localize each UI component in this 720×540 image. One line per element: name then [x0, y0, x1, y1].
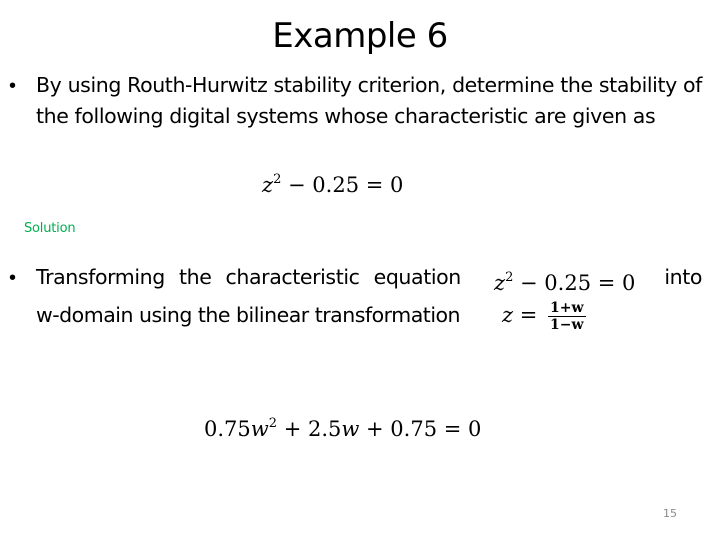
bullet-marker: • [9, 267, 17, 289]
transform-equals: = [513, 303, 545, 327]
eq2-exponent: 2 [268, 416, 278, 431]
problem-statement-text: By using Routh-Hurwitz stability criteri… [36, 73, 702, 128]
bullet-marker: • [9, 75, 17, 97]
transform-line2-text: w-domain using the bilinear transformati… [36, 303, 461, 327]
characteristic-equation: z2 − 0.25 = 0 [262, 172, 403, 197]
eq2-rest-b: + 0.75 = 0 [359, 417, 482, 441]
eq2-variable: w [250, 417, 269, 441]
transform-text-after: into [664, 265, 702, 289]
inline-eq-variable: z [494, 271, 506, 295]
page-number: 15 [663, 507, 677, 520]
w-domain-equation: 0.75w2 + 2.5w + 0.75 = 0 [204, 416, 481, 441]
fraction-denominator: 1−w [550, 317, 584, 333]
eq1-variable: z [262, 173, 274, 197]
eq2-rest-a: + 2.5 [277, 417, 342, 441]
bilinear-transform-equation: z = 1+w 1−w [502, 300, 586, 333]
transformation-line-1-container: Transforming the characteristic equation… [36, 262, 702, 295]
inline-characteristic-equation: z2 − 0.25 = 0 [494, 262, 635, 299]
transformation-line-2-container: w-domain using the bilinear transformati… [36, 296, 702, 342]
solution-label: Solution [24, 221, 76, 236]
inline-eq-rest: − 0.25 = 0 [513, 271, 636, 295]
eq1-rest: − 0.25 = 0 [281, 173, 404, 197]
transform-fraction: 1+w 1−w [548, 300, 586, 333]
slide-title: Example 6 [272, 16, 448, 56]
transform-lhs: z [502, 303, 514, 327]
transform-text-before: Transforming the characteristic equation [36, 265, 461, 289]
fraction-numerator: 1+w [548, 300, 586, 317]
eq2-coefficient: 0.75 [204, 417, 251, 441]
eq2-variable-2: w [341, 417, 360, 441]
